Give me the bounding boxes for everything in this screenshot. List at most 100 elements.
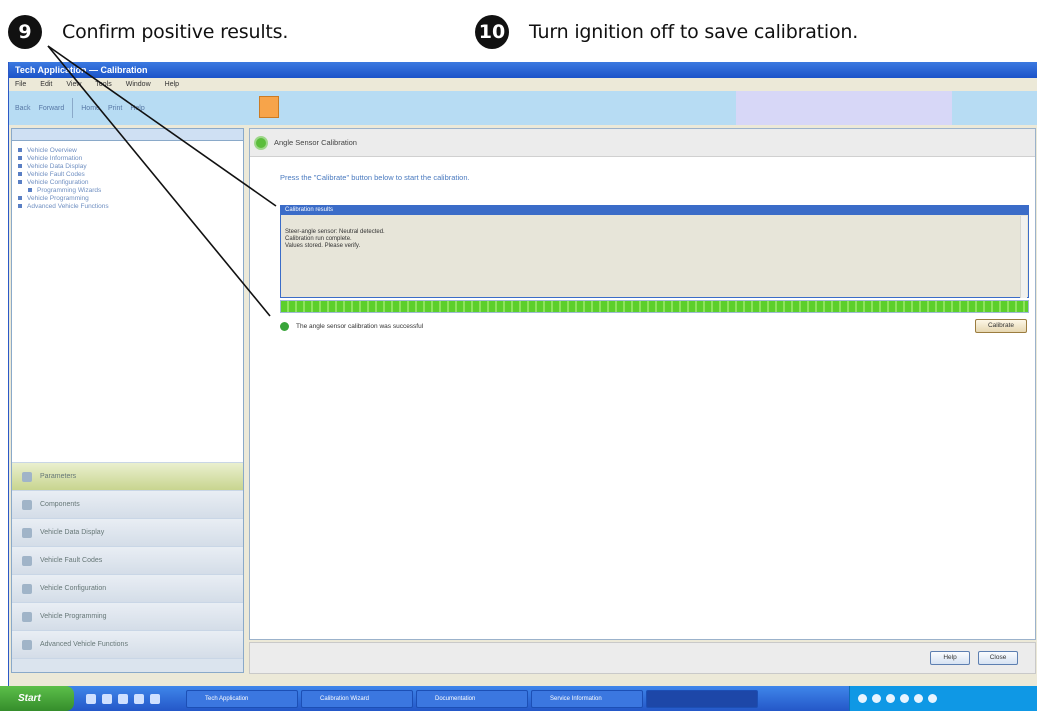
parameters-icon bbox=[22, 471, 32, 482]
nav-label: Advanced Vehicle Functions bbox=[40, 641, 128, 648]
bullet-icon bbox=[18, 180, 22, 185]
navigation-sections: Parameters Components Vehicle Data Displ… bbox=[12, 462, 243, 672]
tree-node-label: Vehicle Data Display bbox=[27, 163, 87, 170]
quick-launch-icon[interactable] bbox=[118, 693, 128, 704]
calibrate-button[interactable]: Calibrate bbox=[975, 319, 1027, 333]
footer-button-bar: Help Close bbox=[249, 642, 1036, 674]
calibration-prompt: Press the "Calibrate" button below to st… bbox=[280, 173, 470, 182]
menu-help[interactable]: Help bbox=[165, 81, 179, 88]
function-tree: Vehicle Overview Vehicle Information Veh… bbox=[12, 141, 243, 211]
nav-label: Vehicle Data Display bbox=[40, 529, 105, 536]
bullet-icon bbox=[18, 148, 22, 153]
toolbar-home[interactable]: Home bbox=[81, 105, 100, 112]
programming-icon bbox=[22, 611, 32, 622]
bullet-icon bbox=[28, 188, 32, 193]
tree-node[interactable]: Advanced Vehicle Functions bbox=[18, 203, 243, 211]
nav-parameters[interactable]: Parameters bbox=[12, 462, 243, 490]
tray-icon[interactable] bbox=[858, 694, 867, 703]
taskbar-button[interactable]: Documentation bbox=[416, 689, 528, 708]
toolbar-forward[interactable]: Forward bbox=[39, 105, 65, 112]
tree-node-label: Vehicle Fault Codes bbox=[27, 171, 85, 178]
nav-components[interactable]: Components bbox=[12, 490, 243, 518]
tree-node-label: Vehicle Programming bbox=[27, 195, 89, 202]
tree-node[interactable]: Vehicle Overview bbox=[18, 147, 243, 155]
tree-node[interactable]: Vehicle Configuration bbox=[18, 179, 243, 187]
start-button[interactable]: Start bbox=[0, 686, 74, 711]
nav-label: Vehicle Configuration bbox=[40, 585, 107, 592]
result-line: Values stored. Please verify. bbox=[285, 243, 361, 249]
screenshot-root: 9 Confirm positive results. 10 Turn igni… bbox=[0, 0, 1037, 711]
configuration-icon bbox=[22, 583, 32, 594]
bullet-icon bbox=[18, 164, 22, 169]
tray-icon[interactable] bbox=[914, 694, 923, 703]
step-text-9: Confirm positive results. bbox=[62, 21, 289, 43]
menu-tools[interactable]: Tools bbox=[95, 81, 111, 88]
main-content-pane: Angle Sensor Calibration Press the "Cali… bbox=[249, 128, 1036, 640]
tree-node[interactable]: Vehicle Programming bbox=[18, 195, 243, 203]
green-circle-icon bbox=[254, 135, 268, 150]
tray-icon[interactable] bbox=[900, 694, 909, 703]
nav-data-display[interactable]: Vehicle Data Display bbox=[12, 518, 243, 546]
quick-launch bbox=[74, 686, 186, 711]
toolbar-help[interactable]: Help bbox=[130, 105, 144, 112]
tray-icon[interactable] bbox=[928, 694, 937, 703]
components-icon bbox=[22, 499, 32, 510]
nav-advanced-functions[interactable]: Advanced Vehicle Functions bbox=[12, 630, 243, 658]
nav-label: Vehicle Programming bbox=[40, 613, 107, 620]
data-display-icon bbox=[22, 527, 32, 538]
active-tool-icon[interactable] bbox=[259, 96, 279, 118]
window-titlebar: Tech Application — Calibration bbox=[9, 62, 1037, 78]
tree-node[interactable]: Vehicle Fault Codes bbox=[18, 171, 243, 179]
toolbar-highlight-area bbox=[736, 91, 952, 125]
results-scrollbar[interactable] bbox=[1020, 216, 1027, 298]
nav-label: Components bbox=[40, 501, 80, 508]
nav-configuration[interactable]: Vehicle Configuration bbox=[12, 574, 243, 602]
results-header: Calibration results bbox=[281, 206, 1028, 215]
step-number-10: 10 bbox=[475, 15, 509, 49]
toolbar-print[interactable]: Print bbox=[108, 105, 122, 112]
left-navigation-pane: Vehicle Overview Vehicle Information Veh… bbox=[11, 128, 244, 673]
quick-launch-icon[interactable] bbox=[102, 693, 112, 704]
toolbar-separator bbox=[72, 98, 74, 118]
close-button[interactable]: Close bbox=[978, 651, 1018, 665]
tree-node-label: Vehicle Overview bbox=[27, 147, 77, 154]
taskbar-button-active[interactable] bbox=[646, 689, 758, 708]
help-button[interactable]: Help bbox=[930, 651, 970, 665]
progress-fill bbox=[281, 301, 1028, 312]
step-number-9: 9 bbox=[8, 15, 42, 49]
instruction-step-9: 9 Confirm positive results. bbox=[8, 10, 288, 54]
nav-label: Vehicle Fault Codes bbox=[40, 557, 103, 564]
quick-launch-icon[interactable] bbox=[134, 693, 144, 704]
tree-node[interactable]: Programming Wizards bbox=[18, 187, 243, 195]
nav-fault-codes[interactable]: Vehicle Fault Codes bbox=[12, 546, 243, 574]
step-text-10: Turn ignition off to save calibration. bbox=[529, 21, 859, 43]
tree-node[interactable]: Vehicle Data Display bbox=[18, 163, 243, 171]
tree-node[interactable]: Vehicle Information bbox=[18, 155, 243, 163]
bullet-icon bbox=[18, 156, 22, 161]
main-header: Angle Sensor Calibration bbox=[250, 129, 1035, 157]
quick-launch-icon[interactable] bbox=[150, 693, 160, 704]
menu-view[interactable]: View bbox=[66, 81, 81, 88]
menu-window[interactable]: Window bbox=[126, 81, 151, 88]
menu-edit[interactable]: Edit bbox=[40, 81, 52, 88]
success-message: The angle sensor calibration was success… bbox=[296, 323, 424, 330]
tray-icon[interactable] bbox=[872, 694, 881, 703]
taskbar-button[interactable]: Service Information bbox=[531, 689, 643, 708]
system-tray bbox=[849, 686, 1037, 711]
quick-launch-icon[interactable] bbox=[86, 693, 96, 704]
calibration-results-box: Calibration results Steer-angle sensor: … bbox=[280, 205, 1029, 298]
toolbar-back[interactable]: Back bbox=[15, 105, 31, 112]
menu-file[interactable]: File bbox=[15, 81, 26, 88]
bullet-icon bbox=[18, 204, 22, 209]
nav-label: Parameters bbox=[40, 473, 77, 480]
windows-taskbar: Start Tech Application Calibration Wizar… bbox=[0, 686, 1037, 711]
tree-node-label: Advanced Vehicle Functions bbox=[27, 203, 109, 210]
fault-codes-icon bbox=[22, 555, 32, 566]
instruction-step-10: 10 Turn ignition off to save calibration… bbox=[475, 10, 858, 54]
tray-icon[interactable] bbox=[886, 694, 895, 703]
taskbar-button[interactable]: Calibration Wizard bbox=[301, 689, 413, 708]
checkmark-icon bbox=[280, 322, 289, 331]
nav-programming[interactable]: Vehicle Programming bbox=[12, 602, 243, 630]
status-bar bbox=[9, 674, 1037, 686]
taskbar-button[interactable]: Tech Application bbox=[186, 689, 298, 708]
